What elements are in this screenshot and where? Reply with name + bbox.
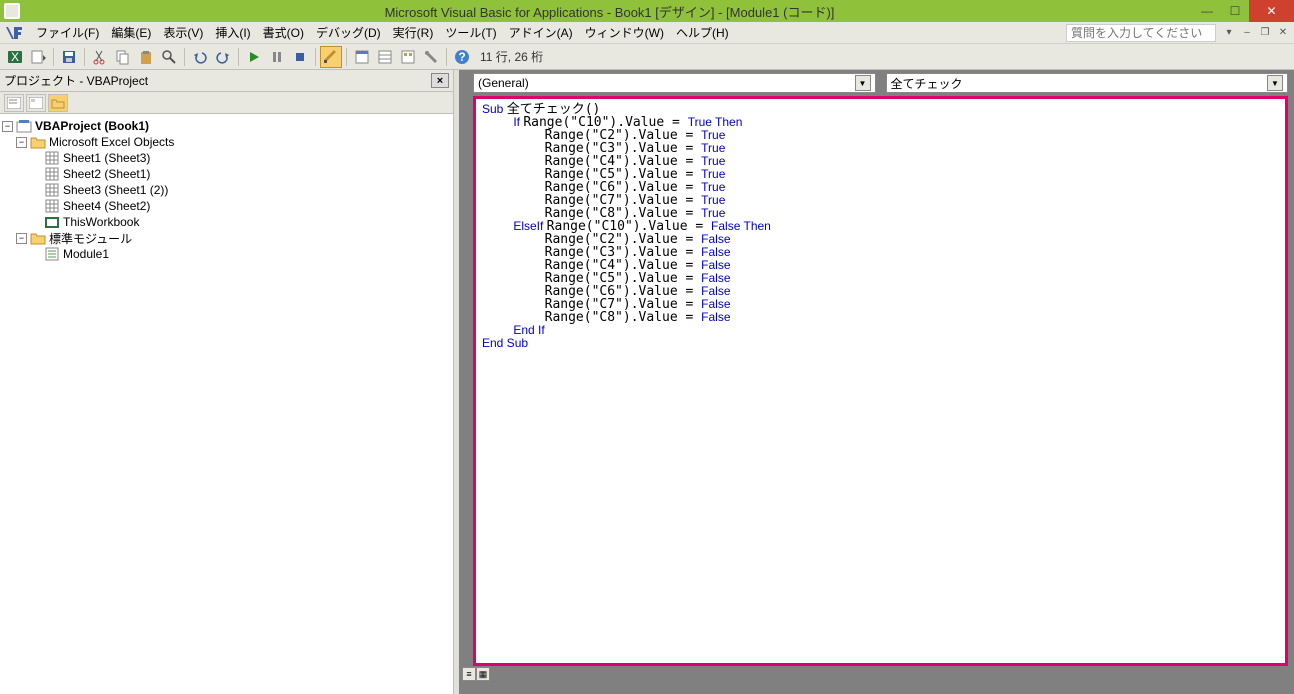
menu-file[interactable]: ファイル(F): [30, 22, 105, 43]
tree-sheet-item[interactable]: Sheet1 (Sheet3): [2, 150, 451, 166]
menu-help[interactable]: ヘルプ(H): [670, 22, 735, 43]
toggle-folders-button[interactable]: [48, 94, 68, 112]
mdi-restore-button[interactable]: ❐: [1258, 26, 1272, 40]
tree-module-label: Module1: [63, 247, 109, 261]
window-controls: — ☐ ✕: [1193, 0, 1294, 22]
menu-run[interactable]: 実行(R): [387, 22, 440, 43]
worksheet-icon: [44, 183, 60, 197]
menu-tools[interactable]: ツール(T): [439, 22, 502, 43]
folder-icon: [30, 135, 46, 149]
save-button[interactable]: [58, 46, 80, 68]
tree-item-label: Sheet1 (Sheet3): [63, 151, 150, 165]
find-button[interactable]: [158, 46, 180, 68]
object-combo-text: (General): [478, 76, 855, 90]
title-bar: Microsoft Visual Basic for Applications …: [0, 0, 1294, 22]
maximize-button[interactable]: ☐: [1221, 0, 1249, 22]
dropdown-arrow-icon[interactable]: ▼: [855, 75, 871, 91]
properties-button[interactable]: [374, 46, 396, 68]
help-search-input[interactable]: [1066, 24, 1216, 42]
project-tree[interactable]: − VBAProject (Book1) − Microsoft Excel O…: [0, 114, 453, 694]
worksheet-icon: [44, 151, 60, 165]
worksheet-icon: [44, 199, 60, 213]
project-toolbar: [0, 92, 453, 114]
paste-button[interactable]: [135, 46, 157, 68]
tree-item-label: Sheet2 (Sheet1): [63, 167, 150, 181]
tree-root-label: VBAProject (Book1): [35, 119, 149, 133]
cut-button[interactable]: [89, 46, 111, 68]
minimize-button[interactable]: —: [1193, 0, 1221, 22]
tree-sheet-item[interactable]: Sheet3 (Sheet1 (2)): [2, 182, 451, 198]
project-explorer-panel: プロジェクト - VBAProject × − VBAProject (Book…: [0, 70, 454, 694]
collapse-icon[interactable]: −: [16, 137, 27, 148]
view-code-button[interactable]: [4, 94, 24, 112]
collapse-icon[interactable]: −: [2, 121, 13, 132]
project-panel-title: プロジェクト - VBAProject: [4, 72, 148, 89]
tree-sheet-item[interactable]: Sheet2 (Sheet1): [2, 166, 451, 182]
module-icon: [44, 247, 60, 261]
close-button[interactable]: ✕: [1249, 0, 1294, 22]
menu-insert[interactable]: 挿入(I): [209, 22, 256, 43]
tree-sheet-item[interactable]: Sheet4 (Sheet2): [2, 198, 451, 214]
insert-dropdown-button[interactable]: [27, 46, 49, 68]
main-area: プロジェクト - VBAProject × − VBAProject (Book…: [0, 70, 1294, 694]
design-mode-button[interactable]: [320, 46, 342, 68]
tree-folder-modules[interactable]: − 標準モジュール: [2, 230, 451, 246]
tree-module-item[interactable]: Module1: [2, 246, 451, 262]
menu-debug[interactable]: デバッグ(D): [310, 22, 387, 43]
tree-workbook-item[interactable]: ThisWorkbook: [2, 214, 451, 230]
project-explorer-button[interactable]: [351, 46, 373, 68]
tree-folder-label: 標準モジュール: [49, 230, 132, 247]
mdi-minimize-button[interactable]: –: [1240, 26, 1254, 40]
procedure-combo-text: 全てチェック: [891, 75, 1268, 92]
menu-edit[interactable]: 編集(E): [105, 22, 157, 43]
tree-item-label: Sheet4 (Sheet2): [63, 199, 150, 213]
app-icon: [4, 3, 20, 19]
reset-button[interactable]: [289, 46, 311, 68]
code-panel: (General) ▼ 全てチェック ▼ Sub 全てチェック() If Ran…: [459, 70, 1294, 694]
break-button[interactable]: [266, 46, 288, 68]
copy-button[interactable]: [112, 46, 134, 68]
tree-item-label: Sheet3 (Sheet1 (2)): [63, 183, 168, 197]
worksheet-icon: [44, 167, 60, 181]
code-editor-wrap: Sub 全てチェック() If Range("C10").Value = Tru…: [473, 96, 1288, 666]
tree-folder-objects[interactable]: − Microsoft Excel Objects: [2, 134, 451, 150]
object-combo[interactable]: (General) ▼: [473, 73, 876, 93]
vb-icon: [4, 25, 24, 41]
menu-bar: ファイル(F) 編集(E) 表示(V) 挿入(I) 書式(O) デバッグ(D) …: [0, 22, 1294, 44]
undo-button[interactable]: [189, 46, 211, 68]
view-object-button[interactable]: [26, 94, 46, 112]
dropdown-icon[interactable]: ▾: [1222, 26, 1236, 40]
code-editor[interactable]: Sub 全てチェック() If Range("C10").Value = Tru…: [476, 99, 1285, 663]
menu-window[interactable]: ウィンドウ(W): [579, 22, 670, 43]
full-module-view-button[interactable]: ▦: [476, 667, 490, 681]
cursor-position-label: 11 行, 26 桁: [480, 48, 543, 65]
dropdown-arrow-icon[interactable]: ▼: [1267, 75, 1283, 91]
procedure-view-button[interactable]: ≡: [462, 667, 476, 681]
mdi-close-button[interactable]: ✕: [1276, 26, 1290, 40]
svg-text:X: X: [11, 50, 19, 64]
tree-root[interactable]: − VBAProject (Book1): [2, 118, 451, 134]
run-button[interactable]: [243, 46, 265, 68]
vba-project-icon: [16, 119, 32, 133]
code-combo-row: (General) ▼ 全てチェック ▼: [459, 70, 1294, 96]
project-panel-header: プロジェクト - VBAProject ×: [0, 70, 453, 92]
view-excel-button[interactable]: X: [4, 46, 26, 68]
project-panel-close-button[interactable]: ×: [431, 73, 449, 88]
tree-folder-label: Microsoft Excel Objects: [49, 135, 174, 149]
svg-text:?: ?: [458, 50, 465, 64]
window-title: Microsoft Visual Basic for Applications …: [26, 2, 1193, 21]
help-button[interactable]: ?: [451, 46, 473, 68]
folder-icon: [30, 231, 46, 245]
object-browser-button[interactable]: [397, 46, 419, 68]
menu-view[interactable]: 表示(V): [157, 22, 209, 43]
redo-button[interactable]: [212, 46, 234, 68]
collapse-icon[interactable]: −: [16, 233, 27, 244]
menu-format[interactable]: 書式(O): [257, 22, 310, 43]
tree-item-label: ThisWorkbook: [63, 215, 139, 229]
procedure-combo[interactable]: 全てチェック ▼: [886, 73, 1289, 93]
toolbar: X ? 11 行, 26 桁: [0, 44, 1294, 70]
menu-addin[interactable]: アドイン(A): [503, 22, 579, 43]
toolbox-button[interactable]: [420, 46, 442, 68]
workbook-icon: [44, 215, 60, 229]
